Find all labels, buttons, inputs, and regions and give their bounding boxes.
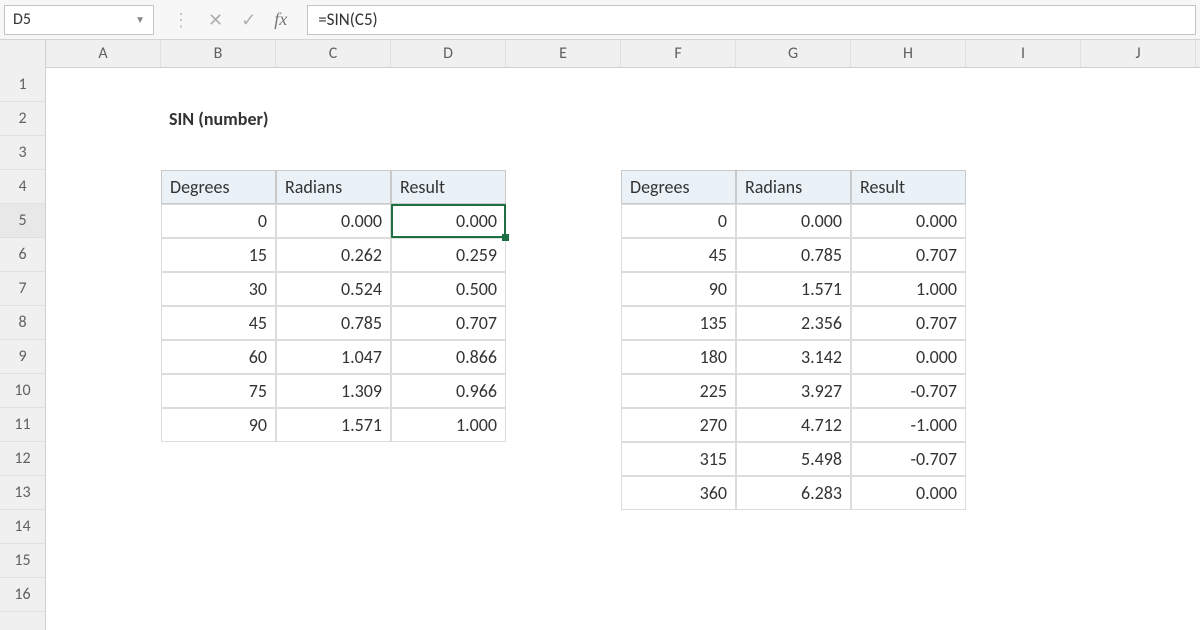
formula-text: =SIN(C5) [318,9,378,30]
t2-r8-radians[interactable]: 6.283 [736,476,851,510]
t1-r1-radians[interactable]: 0.262 [276,238,391,272]
t2-r6-result[interactable]: -1.000 [851,408,966,442]
name-box-value: D5 [13,10,31,29]
col-header-H[interactable]: H [851,40,966,67]
t2-r7-result[interactable]: -0.707 [851,442,966,476]
t2-r1-result[interactable]: 0.707 [851,238,966,272]
select-all-corner[interactable] [0,40,46,68]
t2-r3-result[interactable]: 0.707 [851,306,966,340]
row-header-4[interactable]: 4 [0,170,45,204]
t2-r8-degrees[interactable]: 360 [621,476,736,510]
dropdown-icon[interactable]: ▼ [135,13,145,26]
t2-r4-radians[interactable]: 3.142 [736,340,851,374]
col-header-G[interactable]: G [736,40,851,67]
row-header-14[interactable]: 14 [0,510,45,544]
col-header-B[interactable]: B [161,40,276,67]
formula-bar: D5 ▼ ⋮ ✕ ✓ fx =SIN(C5) [0,0,1200,40]
t2-r7-radians[interactable]: 5.498 [736,442,851,476]
t1-r1-degrees[interactable]: 15 [161,238,276,272]
t2-header-result[interactable]: Result [851,170,966,204]
t1-r6-degrees[interactable]: 90 [161,408,276,442]
row-header-10[interactable]: 10 [0,374,45,408]
t1-header-degrees[interactable]: Degrees [161,170,276,204]
t1-header-radians[interactable]: Radians [276,170,391,204]
t2-r6-radians[interactable]: 4.712 [736,408,851,442]
t1-header-result[interactable]: Result [391,170,506,204]
row-header-8[interactable]: 8 [0,306,45,340]
col-header-E[interactable]: E [506,40,621,67]
col-header-F[interactable]: F [621,40,736,67]
t2-r0-degrees[interactable]: 0 [621,204,736,238]
enter-icon[interactable]: ✓ [241,9,256,31]
t1-r4-radians[interactable]: 1.047 [276,340,391,374]
t1-r2-result[interactable]: 0.500 [391,272,506,306]
t2-r5-result[interactable]: -0.707 [851,374,966,408]
t1-r5-result[interactable]: 0.966 [391,374,506,408]
t2-r6-degrees[interactable]: 270 [621,408,736,442]
row-header-1[interactable]: 1 [0,68,45,102]
more-icon[interactable]: ⋮ [172,9,190,31]
title-cell[interactable]: SIN (number) [161,102,391,136]
row-header-3[interactable]: 3 [0,136,45,170]
t1-r4-result[interactable]: 0.866 [391,340,506,374]
col-header-C[interactable]: C [276,40,391,67]
t2-r2-radians[interactable]: 1.571 [736,272,851,306]
cancel-icon[interactable]: ✕ [208,9,223,31]
fx-icon[interactable]: fx [274,9,287,30]
t2-header-radians[interactable]: Radians [736,170,851,204]
t1-r0-radians[interactable]: 0.000 [276,204,391,238]
column-headers: A B C D E F G H I J [0,40,1200,68]
row-header-6[interactable]: 6 [0,238,45,272]
t2-header-degrees[interactable]: Degrees [621,170,736,204]
name-box[interactable]: D5 ▼ [4,5,154,35]
col-header-D[interactable]: D [391,40,506,67]
t2-r0-radians[interactable]: 0.000 [736,204,851,238]
t2-r3-degrees[interactable]: 135 [621,306,736,340]
t2-r4-result[interactable]: 0.000 [851,340,966,374]
t2-r3-radians[interactable]: 2.356 [736,306,851,340]
row-header-11[interactable]: 11 [0,408,45,442]
t1-r1-result[interactable]: 0.259 [391,238,506,272]
t2-r2-result[interactable]: 1.000 [851,272,966,306]
t2-r1-degrees[interactable]: 45 [621,238,736,272]
t1-r6-result[interactable]: 1.000 [391,408,506,442]
t1-r6-radians[interactable]: 1.571 [276,408,391,442]
t1-r5-radians[interactable]: 1.309 [276,374,391,408]
cell-area[interactable]: SIN (number) Degrees Radians Result 0 0.… [46,68,1200,630]
t2-r7-degrees[interactable]: 315 [621,442,736,476]
row-header-7[interactable]: 7 [0,272,45,306]
t2-r5-degrees[interactable]: 225 [621,374,736,408]
t1-r0-result[interactable]: 0.000 [391,204,506,238]
t2-r0-result[interactable]: 0.000 [851,204,966,238]
t1-r2-degrees[interactable]: 30 [161,272,276,306]
row-header-9[interactable]: 9 [0,340,45,374]
t1-r3-degrees[interactable]: 45 [161,306,276,340]
t2-r8-result[interactable]: 0.000 [851,476,966,510]
row-header-15[interactable]: 15 [0,544,45,578]
row-header-12[interactable]: 12 [0,442,45,476]
col-header-I[interactable]: I [966,40,1081,67]
t1-r2-radians[interactable]: 0.524 [276,272,391,306]
t1-r0-degrees[interactable]: 0 [161,204,276,238]
t1-r4-degrees[interactable]: 60 [161,340,276,374]
formula-bar-controls: ⋮ ✕ ✓ fx [158,9,301,31]
row-headers: 1 2 3 4 5 6 7 8 9 10 11 12 13 14 15 16 [0,68,46,630]
t2-r5-radians[interactable]: 3.927 [736,374,851,408]
row-header-2[interactable]: 2 [0,102,45,136]
row-header-5[interactable]: 5 [0,204,45,238]
t2-r4-degrees[interactable]: 180 [621,340,736,374]
t2-r1-radians[interactable]: 0.785 [736,238,851,272]
t2-r2-degrees[interactable]: 90 [621,272,736,306]
row-header-13[interactable]: 13 [0,476,45,510]
t1-r3-radians[interactable]: 0.785 [276,306,391,340]
col-header-A[interactable]: A [46,40,161,67]
spreadsheet-grid: A B C D E F G H I J 1 2 3 4 5 6 7 8 9 10… [0,40,1200,630]
col-header-J[interactable]: J [1081,40,1196,67]
t1-r3-result[interactable]: 0.707 [391,306,506,340]
row-header-16[interactable]: 16 [0,578,45,612]
t1-r5-degrees[interactable]: 75 [161,374,276,408]
formula-input[interactable]: =SIN(C5) [307,5,1196,35]
